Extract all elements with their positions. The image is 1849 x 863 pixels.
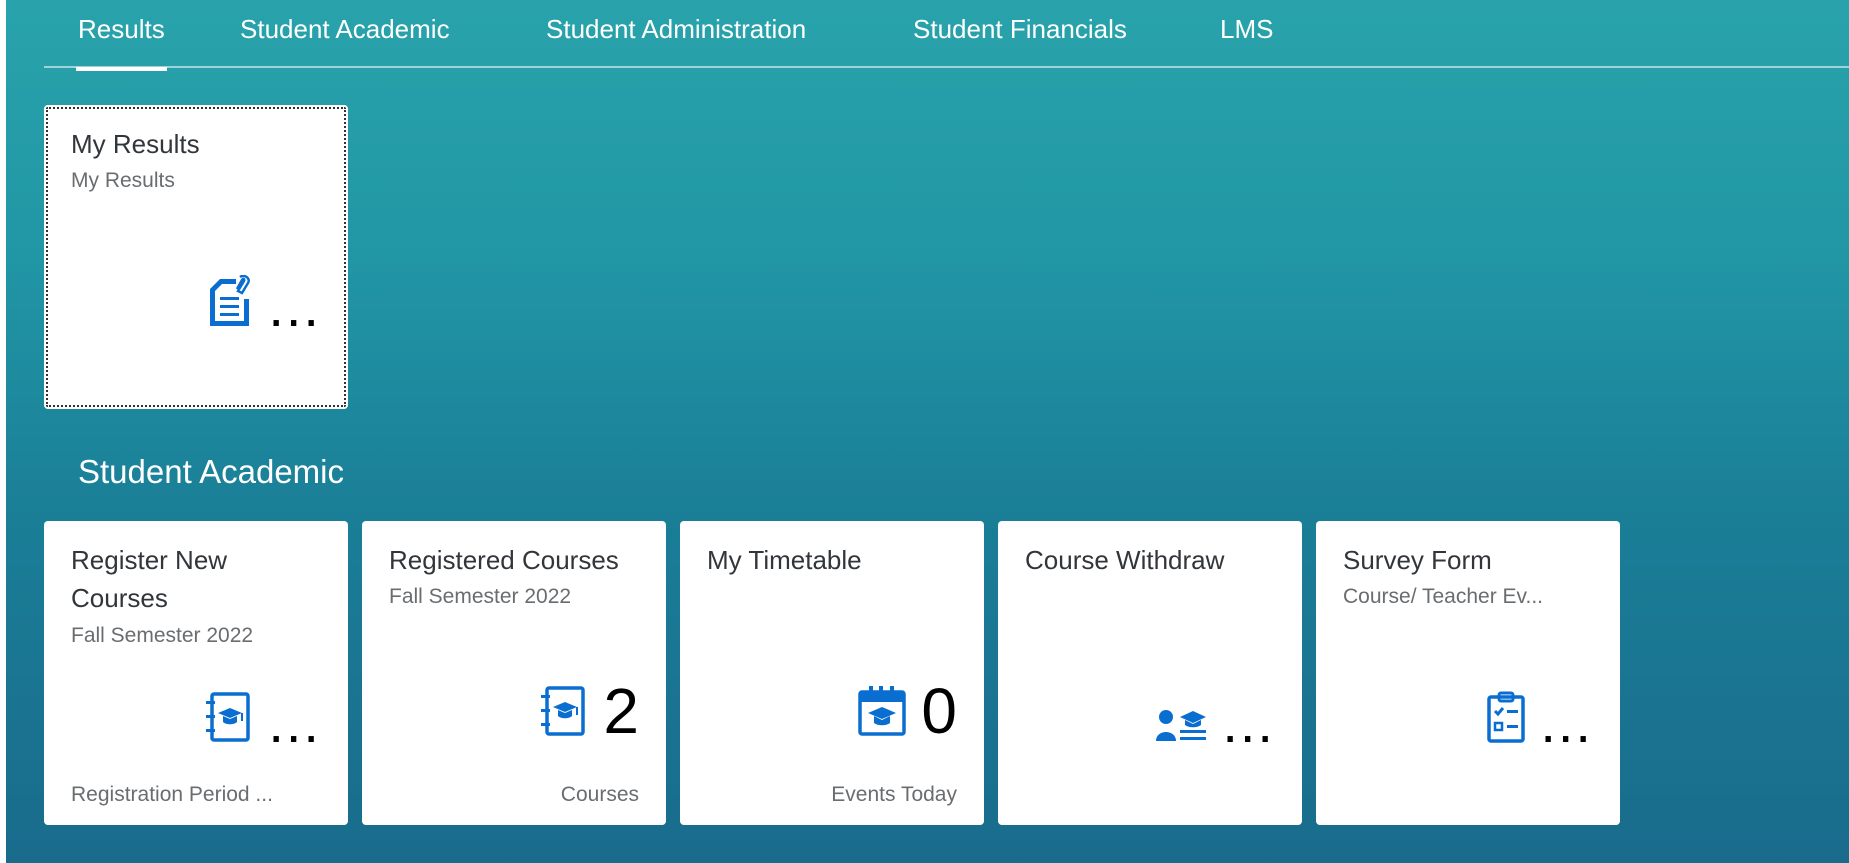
tile-kpi-value: ... <box>1540 691 1593 754</box>
tile-subtitle: My Results <box>71 169 175 192</box>
group-tab-bar: Results Student Academic Student Adminis… <box>44 0 1849 71</box>
tab-student-academic[interactable]: Student Academic <box>240 14 450 44</box>
course-book-icon <box>202 691 254 743</box>
tab-lms[interactable]: LMS <box>1220 14 1273 44</box>
tile-kpi-value: 0 <box>921 675 957 747</box>
tile-kpi-value: ... <box>268 691 321 754</box>
calendar-icon <box>857 685 907 737</box>
tab-student-financials[interactable]: Student Financials <box>913 14 1127 44</box>
tile-course-withdraw[interactable]: Course Withdraw ... <box>998 521 1302 825</box>
tile-kpi: ... <box>1486 691 1593 754</box>
tile-subtitle: Fall Semester 2022 <box>71 624 254 647</box>
tile-footer: Courses <box>560 783 639 806</box>
tile-kpi: 0 <box>857 679 957 743</box>
document-edit-icon <box>206 275 254 327</box>
tile-subtitle: Course/ Teacher Ev... <box>1343 585 1543 608</box>
tab-student-administration[interactable]: Student Administration <box>546 14 806 44</box>
tile-title: My Timetable <box>707 545 862 575</box>
tile-kpi: 2 <box>537 679 639 743</box>
tile-registered-courses[interactable]: Registered Courses Fall Semester 2022 2 … <box>362 521 666 825</box>
student-course-icon <box>1156 709 1208 743</box>
tile-kpi-value: ... <box>268 275 321 338</box>
tile-kpi: ... <box>202 691 321 754</box>
tile-title: Course Withdraw <box>1025 545 1225 575</box>
survey-checklist-icon <box>1486 691 1526 743</box>
tile-register-new-courses[interactable]: Register New Courses Fall Semester 2022 … <box>44 521 348 825</box>
tile-footer: Registration Period ... <box>71 783 273 806</box>
tile-title: Survey Form <box>1343 545 1492 575</box>
tab-results[interactable]: Results <box>76 14 167 71</box>
course-book-icon <box>537 685 589 737</box>
tile-title: Register New Courses <box>71 545 228 613</box>
group-heading-student-academic: Student Academic <box>78 453 344 490</box>
tile-subtitle: Fall Semester 2022 <box>389 585 572 608</box>
tile-kpi-value: ... <box>1222 691 1275 754</box>
tile-my-results[interactable]: My Results My Results ... <box>44 105 348 409</box>
tile-title: My Results <box>71 129 200 159</box>
tile-kpi: ... <box>206 275 321 338</box>
tile-footer: Events Today <box>831 783 957 806</box>
tile-my-timetable[interactable]: My Timetable 0 Events Today <box>680 521 984 825</box>
tile-kpi-value: 2 <box>603 675 639 747</box>
tile-kpi: ... <box>1156 691 1275 754</box>
tile-survey-form[interactable]: Survey Form Course/ Teacher Ev... ... <box>1316 521 1620 825</box>
launchpad-background: Results Student Academic Student Adminis… <box>6 0 1849 863</box>
tile-title: Registered Courses <box>389 545 619 575</box>
